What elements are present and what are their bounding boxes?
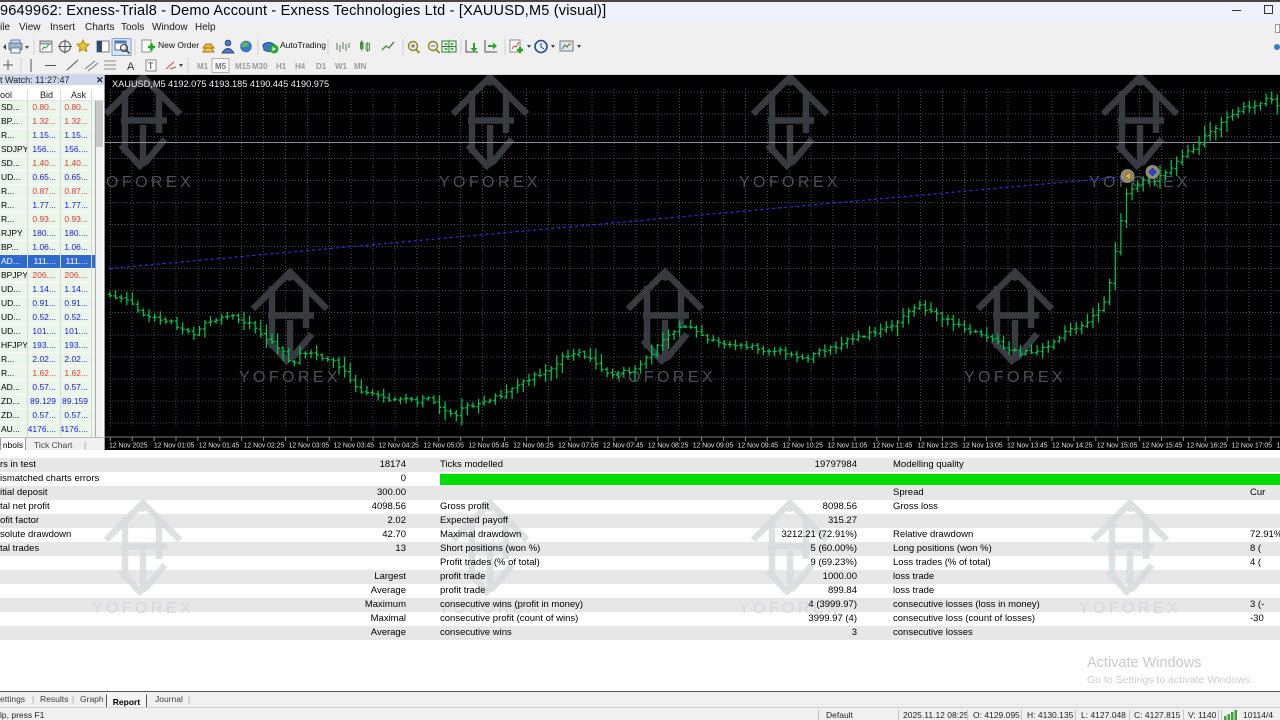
svg-text:12 Nov 11:05: 12 Nov 11:05 bbox=[827, 443, 867, 450]
svg-text:12 Nov 16:25: 12 Nov 16:25 bbox=[1187, 443, 1228, 450]
svg-text:12 Nov 14:25: 12 Nov 14:25 bbox=[1052, 443, 1093, 450]
svg-text:YOFOREX: YOFOREX bbox=[239, 369, 341, 386]
svg-text:YOFOREX: YOFOREX bbox=[105, 174, 194, 191]
svg-text:12 Nov 15:05: 12 Nov 15:05 bbox=[1097, 443, 1138, 450]
svg-text:12 Nov 06:25: 12 Nov 06:25 bbox=[513, 443, 554, 450]
svg-text:T: T bbox=[148, 61, 154, 71]
svg-text:12 Nov 08:25: 12 Nov 08:25 bbox=[648, 443, 689, 450]
svg-text:12 Nov 07:05: 12 Nov 07:05 bbox=[558, 443, 599, 450]
svg-text:12 Nov 2025: 12 Nov 2025 bbox=[109, 443, 148, 450]
svg-text:12 Nov 13:45: 12 Nov 13:45 bbox=[1007, 443, 1048, 450]
svg-text:12 Nov 11:45: 12 Nov 11:45 bbox=[872, 443, 912, 450]
svg-text:12 Nov 10:25: 12 Nov 10:25 bbox=[783, 443, 824, 450]
svg-text:12 Nov 09:45: 12 Nov 09:45 bbox=[738, 443, 779, 450]
svg-text:12 Nov 15:45: 12 Nov 15:45 bbox=[1142, 443, 1183, 450]
svg-text:YOFOREX: YOFOREX bbox=[439, 174, 541, 191]
svg-text:YOFOREX: YOFOREX bbox=[739, 174, 841, 191]
svg-text:12 Nov 07:45: 12 Nov 07:45 bbox=[603, 443, 644, 450]
svg-text:12 Nov 13:05: 12 Nov 13:05 bbox=[962, 443, 1003, 450]
svg-text:XAUUSD,M5 4192.075 4193.185 4: XAUUSD,M5 4192.075 4193.185 4190.445 419… bbox=[112, 79, 329, 89]
svg-text:12 Nov 04:25: 12 Nov 04:25 bbox=[378, 443, 419, 450]
svg-text:A: A bbox=[127, 61, 135, 73]
svg-text:12 Nov 01:45: 12 Nov 01:45 bbox=[199, 443, 240, 450]
svg-text:12 Nov 12:25: 12 Nov 12:25 bbox=[917, 443, 958, 450]
svg-text:12 Nov 05:45: 12 Nov 05:45 bbox=[468, 443, 509, 450]
svg-text:12 Nov 17:45: 12 Nov 17:45 bbox=[1276, 443, 1280, 450]
svg-text:12 Nov 09:05: 12 Nov 09:05 bbox=[693, 443, 734, 450]
svg-text:12 Nov 01:05: 12 Nov 01:05 bbox=[154, 443, 195, 450]
svg-text:12 Nov 17:05: 12 Nov 17:05 bbox=[1232, 443, 1273, 450]
svg-text:12 Nov 05:05: 12 Nov 05:05 bbox=[423, 443, 464, 450]
svg-text:12 Nov 02:25: 12 Nov 02:25 bbox=[244, 443, 285, 450]
svg-text:12 Nov 03:05: 12 Nov 03:05 bbox=[289, 443, 330, 450]
svg-text:12 Nov 03:45: 12 Nov 03:45 bbox=[334, 443, 375, 450]
svg-text:YOFOREX: YOFOREX bbox=[964, 369, 1066, 386]
